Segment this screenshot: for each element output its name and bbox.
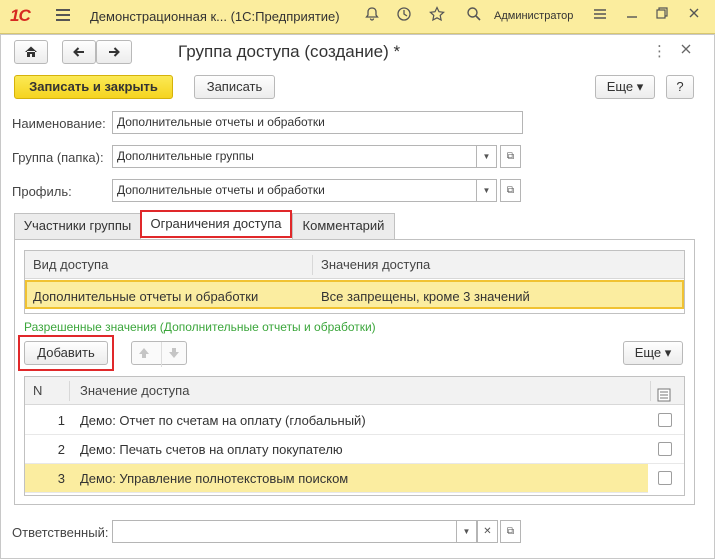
access-value-cell: Демо: Отчет по счетам на оплату (глобаль…: [80, 413, 366, 428]
back-button[interactable]: [62, 40, 96, 64]
access-values-table: N Значение доступа 1 Демо: Отчет по счет…: [24, 376, 685, 496]
save-button[interactable]: Записать: [194, 75, 275, 99]
minimize-icon[interactable]: [622, 6, 642, 26]
form-more-icon[interactable]: ⋮: [652, 42, 667, 60]
restore-icon[interactable]: [652, 6, 672, 26]
column-header-access-values[interactable]: Значения доступа: [321, 251, 430, 279]
column-divider: [650, 381, 651, 401]
responsible-label: Ответственный:: [12, 525, 109, 540]
settings-menu-icon[interactable]: [590, 6, 610, 26]
form-title: Группа доступа (создание) *: [178, 42, 401, 61]
column-divider: [69, 381, 70, 401]
profile-open-button[interactable]: ⧉: [500, 179, 521, 202]
column-header-value[interactable]: Значение доступа: [80, 377, 189, 405]
access-kinds-table: Вид доступа Значения доступа Дополнитель…: [24, 250, 685, 314]
bell-icon[interactable]: [362, 6, 382, 26]
group-dropdown-button[interactable]: ▼: [477, 145, 497, 168]
responsible-open-button[interactable]: ⧉: [500, 520, 521, 543]
1c-logo: 1С: [10, 6, 31, 25]
arrow-right-icon: [109, 47, 120, 57]
name-field[interactable]: Дополнительные отчеты и обработки: [112, 111, 523, 134]
table-row-selected[interactable]: 3 Демо: Управление полнотекстовым поиско…: [25, 464, 648, 493]
history-icon[interactable]: [394, 6, 414, 26]
profile-dropdown-button[interactable]: ▼: [477, 179, 497, 202]
profile-field[interactable]: Дополнительные отчеты и обработки: [112, 179, 477, 202]
row-checkbox[interactable]: [658, 471, 672, 485]
app-titlebar: 1С Демонстрационная к... (1С:Предприятие…: [0, 0, 715, 34]
move-down-icon[interactable]: [161, 342, 181, 367]
arrow-left-icon: [73, 47, 84, 57]
home-icon: [25, 46, 37, 57]
table-header: Вид доступа Значения доступа: [25, 251, 684, 279]
responsible-dropdown-button[interactable]: ▼: [457, 520, 477, 543]
table-row[interactable]: 1 Демо: Отчет по счетам на оплату (глоба…: [25, 406, 684, 435]
more-button[interactable]: Еще ▾: [595, 75, 655, 99]
column-header-access-kind[interactable]: Вид доступа: [33, 251, 108, 279]
access-value-cell: Демо: Печать счетов на оплату покупателю: [80, 442, 343, 457]
row-checkbox[interactable]: [658, 442, 672, 456]
allowed-values-title: Разрешенные значения (Дополнительные отч…: [24, 320, 376, 334]
star-icon[interactable]: [427, 6, 447, 26]
search-icon[interactable]: [464, 6, 484, 26]
table-row[interactable]: Дополнительные отчеты и обработки Все за…: [25, 280, 684, 309]
table-row[interactable]: 2 Демо: Печать счетов на оплату покупате…: [25, 435, 684, 464]
save-and-close-button[interactable]: Записать и закрыть: [14, 75, 173, 99]
responsible-clear-button[interactable]: ✕: [477, 520, 498, 543]
allowed-more-button[interactable]: Еще ▾: [623, 341, 683, 365]
row-number: 1: [57, 413, 65, 428]
access-kind-cell: Дополнительные отчеты и обработки: [33, 289, 259, 304]
menu-icon[interactable]: [56, 9, 70, 22]
app-title: Демонстрационная к... (1С:Предприятие): [90, 9, 340, 24]
form-close-icon[interactable]: [680, 43, 692, 58]
user-name[interactable]: Администратор: [494, 10, 573, 22]
add-button[interactable]: Добавить: [24, 341, 108, 365]
table-header: N Значение доступа: [25, 377, 684, 405]
access-values-cell: Все запрещены, кроме 3 значений: [321, 289, 530, 304]
column-header-n[interactable]: N: [33, 377, 42, 405]
group-open-button[interactable]: ⧉: [500, 145, 521, 168]
help-button[interactable]: ?: [666, 75, 694, 99]
tab-comment[interactable]: Комментарий: [292, 213, 395, 239]
profile-label: Профиль:: [12, 184, 72, 199]
group-field[interactable]: Дополнительные группы: [112, 145, 477, 168]
home-button[interactable]: [14, 40, 48, 64]
column-divider: [312, 255, 313, 275]
move-buttons: [131, 341, 187, 367]
row-number: 3: [57, 471, 65, 486]
name-label: Наименование:: [12, 116, 106, 131]
tab-group-members[interactable]: Участники группы: [14, 213, 141, 239]
close-icon[interactable]: [684, 6, 704, 26]
row-checkbox[interactable]: [658, 413, 672, 427]
responsible-field[interactable]: [112, 520, 457, 543]
access-value-cell: Демо: Управление полнотекстовым поиском: [80, 471, 349, 486]
tab-access-restrictions[interactable]: Ограничения доступа: [140, 210, 292, 238]
move-up-icon[interactable]: [137, 342, 151, 367]
group-label: Группа (папка):: [12, 150, 104, 165]
forward-button[interactable]: [96, 40, 132, 64]
row-number: 2: [57, 442, 65, 457]
